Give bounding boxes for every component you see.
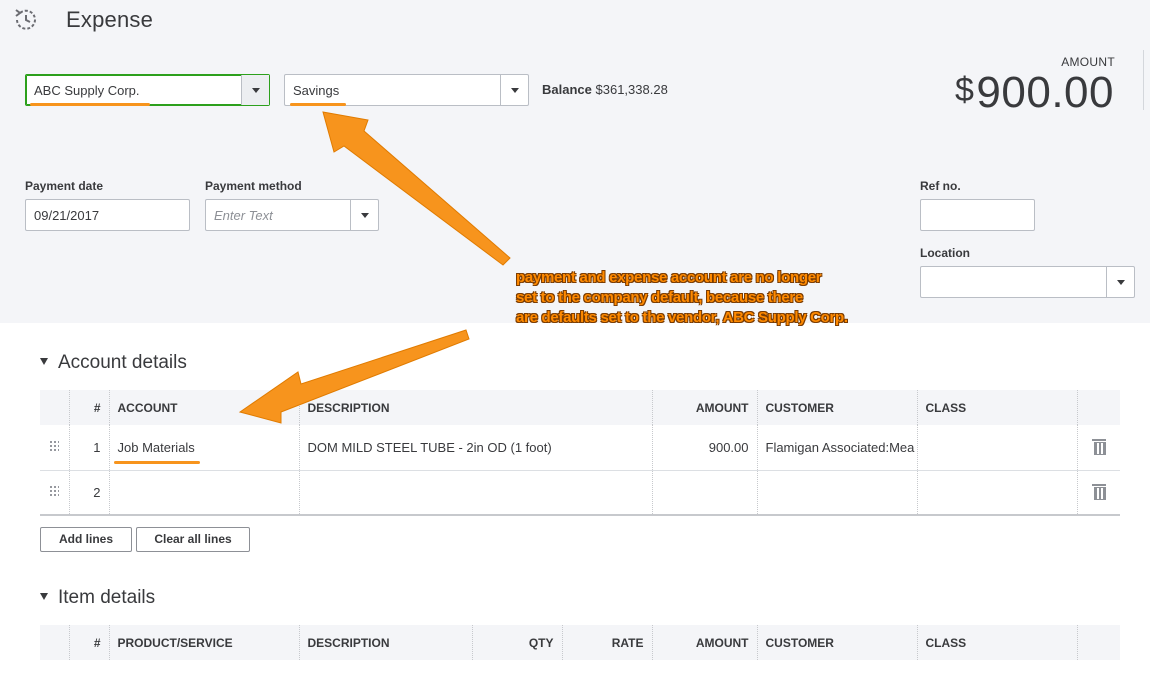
column-header-account: ACCOUNT [109,390,300,425]
column-header-customer: CUSTOMER [757,390,918,425]
payment-method-select[interactable]: Enter Text [205,199,379,231]
account-balance: Balance $361,338.28 [542,82,668,97]
annotation-line: set to the company default, because ther… [516,289,803,306]
payee-highlight-underline [30,103,150,106]
location-select[interactable] [920,266,1135,298]
delete-column-header [1077,390,1120,425]
balance-value: $361,338.28 [595,82,668,97]
drag-column-header [40,625,70,660]
amount-value: 900.00 [976,68,1114,117]
side-panel-edge [1143,50,1150,110]
amount-cell[interactable]: 900.00 [652,425,758,471]
amount-cell[interactable] [652,470,758,516]
account-table-header: # ACCOUNT DESCRIPTION AMOUNT CUSTOMER CL… [40,390,1120,425]
triangle-down-icon [40,593,48,600]
column-header-num: # [69,625,110,660]
chevron-down-icon[interactable] [500,75,528,105]
payment-date-input[interactable]: 09/21/2017 [25,199,190,231]
customer-cell[interactable]: Flamigan Associated:Mea [757,425,918,471]
chevron-down-icon[interactable] [241,75,269,105]
item-details-table: # PRODUCT/SERVICE DESCRIPTION QTY RATE A… [40,625,1120,660]
delete-cell[interactable] [1077,470,1120,516]
column-header-class: CLASS [917,625,1078,660]
column-header-description: DESCRIPTION [299,625,473,660]
account-details-table: # ACCOUNT DESCRIPTION AMOUNT CUSTOMER CL… [40,390,1120,516]
column-header-amount: AMOUNT [652,390,758,425]
amount-label: AMOUNT [1061,55,1115,69]
table-row[interactable]: 2 [40,470,1120,516]
drag-handle-icon[interactable] [49,484,60,497]
annotation-callout: payment and expense account are no longe… [516,268,936,328]
drag-cell[interactable] [40,470,70,516]
column-header-product-service: PRODUCT/SERVICE [109,625,300,660]
payment-method-label: Payment method [205,179,302,193]
payee-select[interactable]: ABC Supply Corp. [25,74,270,106]
table-row[interactable]: 1 Job Materials DOM MILD STEEL TUBE - 2i… [40,425,1120,471]
item-details-title: Item details [58,587,156,608]
drag-handle-icon[interactable] [49,439,60,452]
customer-cell[interactable] [757,470,918,516]
annotation-line: are defaults set to the vendor, ABC Supp… [516,309,848,326]
item-table-header: # PRODUCT/SERVICE DESCRIPTION QTY RATE A… [40,625,1120,660]
row-number: 2 [69,470,110,516]
column-header-amount: AMOUNT [652,625,758,660]
balance-label: Balance [542,82,592,97]
clear-all-lines-button[interactable]: Clear all lines [136,527,250,552]
trash-icon[interactable] [1091,438,1106,456]
column-header-qty: QTY [472,625,563,660]
column-header-rate: RATE [562,625,653,660]
chevron-down-icon[interactable] [1106,267,1134,297]
history-clock-icon[interactable] [12,6,40,34]
trash-icon[interactable] [1091,483,1106,501]
chevron-down-icon[interactable] [350,200,378,230]
payment-date-label: Payment date [25,179,104,193]
payment-method-placeholder: Enter Text [214,208,273,223]
column-header-num: # [69,390,110,425]
row-number: 1 [69,425,110,471]
drag-cell[interactable] [40,425,70,471]
account-details-toggle[interactable]: Account details [40,352,187,374]
account-cell[interactable] [109,470,300,516]
delete-cell[interactable] [1077,425,1120,471]
account-details-title: Account details [58,352,187,373]
delete-column-header [1077,625,1120,660]
savings-highlight-underline [290,103,346,106]
payment-date-value: 09/21/2017 [34,208,100,223]
item-details-toggle[interactable]: Item details [40,587,155,609]
annotation-line: payment and expense account are no longe… [516,269,822,286]
triangle-down-icon [40,358,48,365]
ref-no-input[interactable] [920,199,1035,231]
total-amount: $900.00 [955,68,1114,118]
column-header-customer: CUSTOMER [757,625,918,660]
class-cell[interactable] [917,425,1078,471]
payee-value: ABC Supply Corp. [34,83,140,98]
drag-column-header [40,390,70,425]
payment-account-select[interactable]: Savings [284,74,529,106]
column-header-class: CLASS [917,390,1078,425]
account-highlight-underline [114,461,200,464]
ref-no-label: Ref no. [920,179,961,193]
payment-account-value: Savings [293,83,340,98]
description-cell[interactable] [299,470,653,516]
add-lines-button[interactable]: Add lines [40,527,132,552]
location-label: Location [920,246,970,260]
class-cell[interactable] [917,470,1078,516]
page-title: Expense [66,7,154,32]
column-header-description: DESCRIPTION [299,390,653,425]
description-cell[interactable]: DOM MILD STEEL TUBE - 2in OD (1 foot) [299,425,653,471]
amount-currency: $ [955,71,975,109]
